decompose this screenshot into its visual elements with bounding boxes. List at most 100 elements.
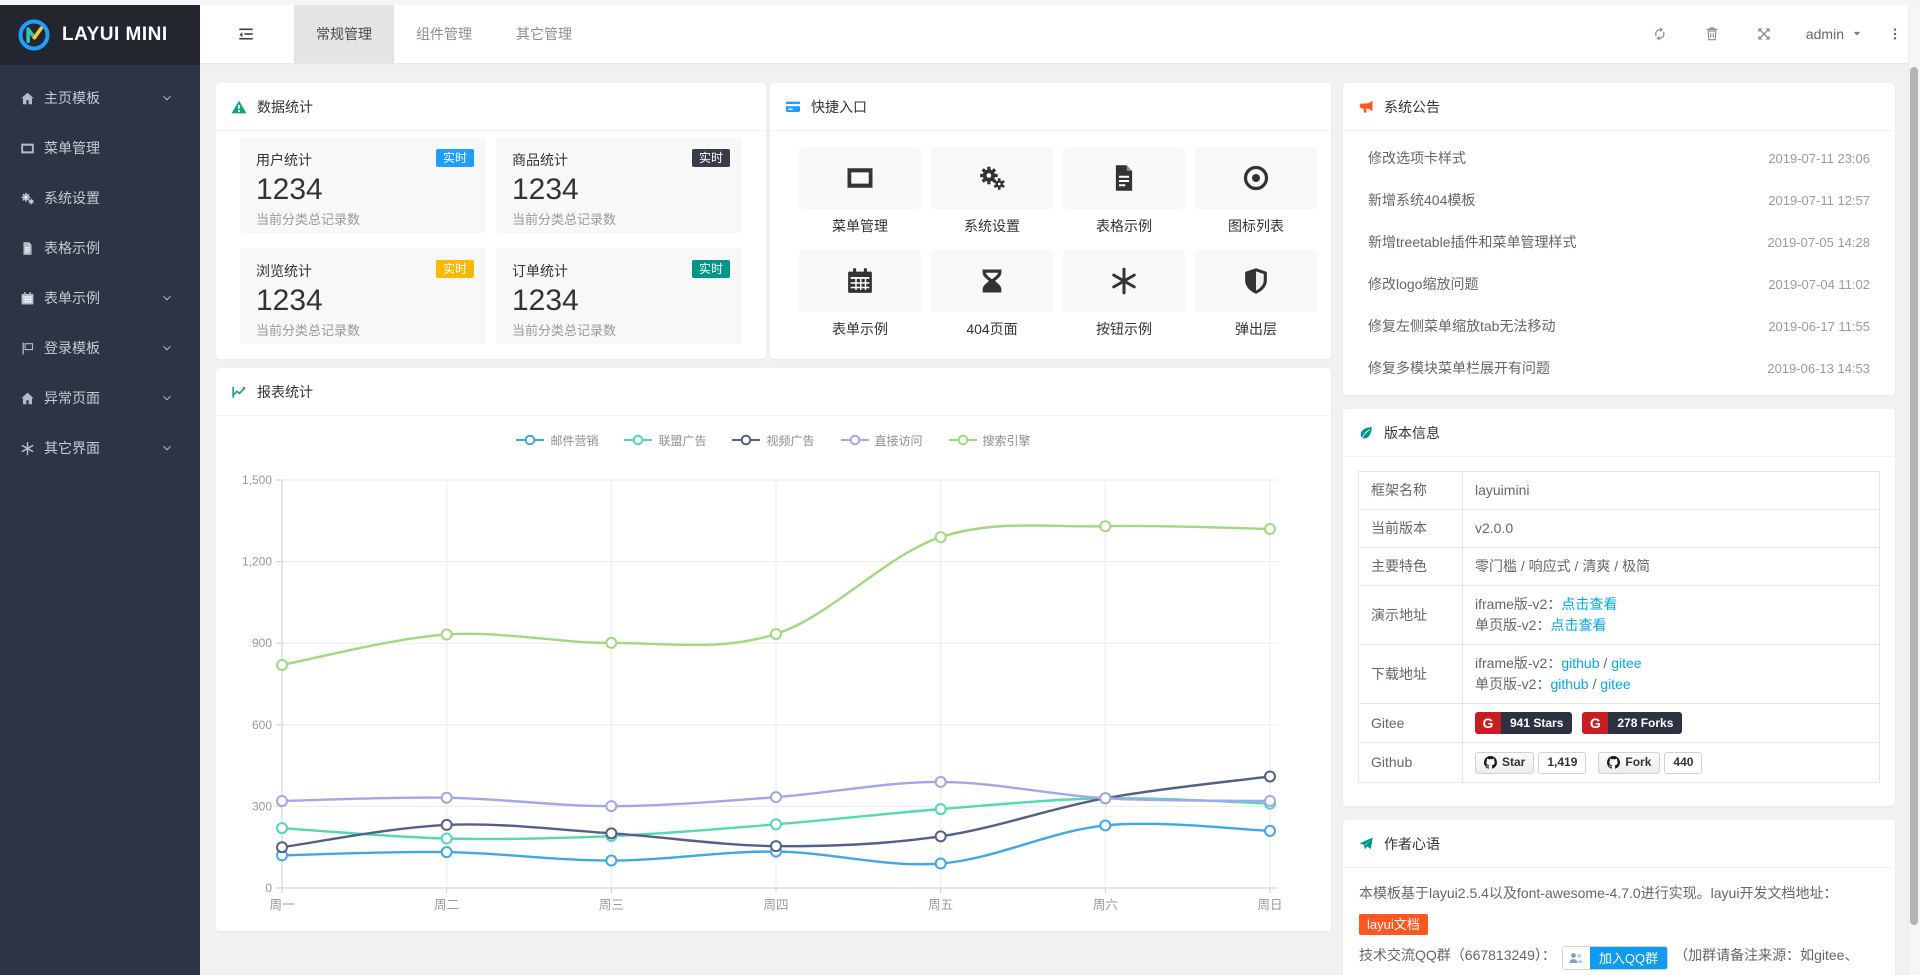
qq-people-icon [1563,946,1590,970]
version-line: iframe版-v2：github / gitee [1475,653,1867,674]
logo[interactable]: LAYUI MINI [0,5,200,65]
sidebar-item-系统设置[interactable]: 系统设置 [0,173,200,223]
tab-其它管理[interactable]: 其它管理 [494,5,594,63]
link-github[interactable]: github [1550,676,1588,692]
legend-item-直接访问[interactable]: 直接访问 [841,432,923,449]
tab-组件管理[interactable]: 组件管理 [394,5,494,63]
sidebar-item-表格示例[interactable]: 表格示例 [0,223,200,273]
sidebar-toggle-button[interactable] [226,5,266,63]
github-octocat-icon [1484,756,1497,769]
notice-row[interactable]: 修改logo缩放问题2019-07-04 11:02 [1358,263,1880,305]
sidebar-item-label: 登录模板 [44,338,100,358]
join-qq-label: 加入QQ群 [1590,946,1667,970]
sidebar-item-label: 菜单管理 [44,138,100,158]
legend-marker-icon [841,434,869,446]
sidebar-item-label: 表单示例 [44,288,100,308]
flag-icon [20,341,35,356]
notice-row[interactable]: 修复左侧菜单缩放tab无法移动2019-06-17 11:55 [1358,305,1880,347]
quick-tile-button-表单示例[interactable] [799,250,921,312]
link-github[interactable]: github [1561,655,1599,671]
quick-tile-button-按钮示例[interactable] [1063,250,1185,312]
stat-card-value: 1234 [512,285,726,317]
user-menu[interactable]: admin [1806,26,1862,42]
github-fork-button[interactable]: Fork [1598,752,1660,774]
notice-date: 2019-07-05 14:28 [1767,235,1870,250]
quick-tile-表单示例: 表单示例 [799,250,921,339]
trash-icon[interactable] [1704,26,1720,42]
svg-text:周四: 周四 [763,898,788,912]
sidebar-item-其它界面[interactable]: 其它界面 [0,423,200,473]
quick-tile-弹出层: 弹出层 [1195,250,1317,339]
quick-tile-button-菜单管理[interactable] [799,147,921,209]
github-count[interactable]: 1,419 [1538,752,1586,774]
window-icon [845,163,875,193]
github-widget-Star: Star 1,419 [1475,752,1586,774]
svg-text:周一: 周一 [269,898,294,912]
notice-panel-title: 系统公告 [1384,97,1440,117]
quick-tile-button-图标列表[interactable] [1195,147,1317,209]
svg-text:1,200: 1,200 [242,555,272,569]
join-qq-group-button[interactable]: 加入QQ群 [1562,946,1668,970]
credit-card-icon [785,99,811,115]
notice-row[interactable]: 新增treetable插件和菜单管理样式 2019-07-05 14:28 [1358,221,1880,263]
notice-row[interactable]: 修改选项卡样式2019-07-11 23:06 [1358,137,1880,179]
stat-card-用户统计: 用户统计实时1234当前分类总记录数 [240,137,486,233]
layui-doc-badge[interactable]: layui文档 [1359,914,1428,935]
quick-tile-label: 弹出层 [1195,319,1317,339]
legend-item-视频广告[interactable]: 视频广告 [732,432,814,449]
svg-text:600: 600 [252,718,272,732]
version-row-label: Github [1359,743,1463,782]
notice-row[interactable]: 修复多模块菜单栏展开有问题2019-06-13 14:53 [1358,347,1880,389]
gitee-badge[interactable]: G278 Forks [1582,712,1682,734]
link-点击查看[interactable]: 点击查看 [1550,617,1606,633]
refresh-icon[interactable] [1652,26,1668,42]
notice-date: 2019-06-13 14:53 [1767,361,1870,376]
expand-icon[interactable] [1756,26,1772,42]
github-button-label: Star [1502,752,1525,773]
legend-marker-icon [624,434,652,446]
quick-tile-button-弹出层[interactable] [1195,250,1317,312]
scrollbar-thumb[interactable] [1910,67,1918,925]
version-line: 单页版-v2：github / gitee [1475,674,1867,695]
link-点击查看[interactable]: 点击查看 [1561,596,1617,612]
link-separator: / [1600,655,1612,671]
notice-text: 新增treetable插件和菜单管理样式 [1368,232,1576,252]
gitee-badge-text: 278 Forks [1608,712,1682,734]
file-icon [20,241,35,256]
quick-tile-button-表格示例[interactable] [1063,147,1185,209]
quick-tile-button-系统设置[interactable] [931,147,1053,209]
legend-item-搜索引擎[interactable]: 搜索引擎 [949,432,1031,449]
quick-tile-label: 表单示例 [799,319,921,339]
github-star-button[interactable]: Star [1475,752,1534,774]
sidebar-item-登录模板[interactable]: 登录模板 [0,323,200,373]
sidebar-item-异常页面[interactable]: 异常页面 [0,373,200,423]
page-scrollbar[interactable] [1908,5,1920,975]
gitee-logo: G [1582,712,1608,734]
version-panel-title: 版本信息 [1384,423,1440,443]
gitee-badge[interactable]: G941 Stars [1475,712,1572,734]
notice-date: 2019-07-11 12:57 [1768,193,1870,208]
top-strip [0,0,1920,5]
chart-line-icon [231,384,257,400]
sidebar-item-表单示例[interactable]: 表单示例 [0,273,200,323]
asterisk-icon [1109,266,1139,296]
quick-tile-404页面: 404页面 [931,250,1053,339]
notice-row[interactable]: 新增系统404模板2019-07-11 12:57 [1358,179,1880,221]
sidebar-item-主页模板[interactable]: 主页模板 [0,73,200,123]
stat-card-desc: 当前分类总记录数 [512,209,726,228]
quick-tile-button-404页面[interactable] [931,250,1053,312]
version-row-label: 主要特色 [1359,548,1463,586]
link-gitee[interactable]: gitee [1611,655,1641,671]
sidebar-item-label: 其它界面 [44,438,100,458]
legend-item-邮件营销[interactable]: 邮件营销 [516,432,598,449]
sidebar-item-菜单管理[interactable]: 菜单管理 [0,123,200,173]
github-count[interactable]: 440 [1664,752,1702,774]
version-row-value: layuimini [1463,472,1880,510]
asterisk-icon [20,441,35,456]
app-title: LAYUI MINI [62,24,168,46]
legend-item-联盟广告[interactable]: 联盟广告 [624,432,706,449]
link-gitee[interactable]: gitee [1600,676,1630,692]
more-menu-button[interactable] [1888,26,1902,42]
leaf-icon [1358,425,1384,441]
tab-常规管理[interactable]: 常规管理 [294,5,394,63]
